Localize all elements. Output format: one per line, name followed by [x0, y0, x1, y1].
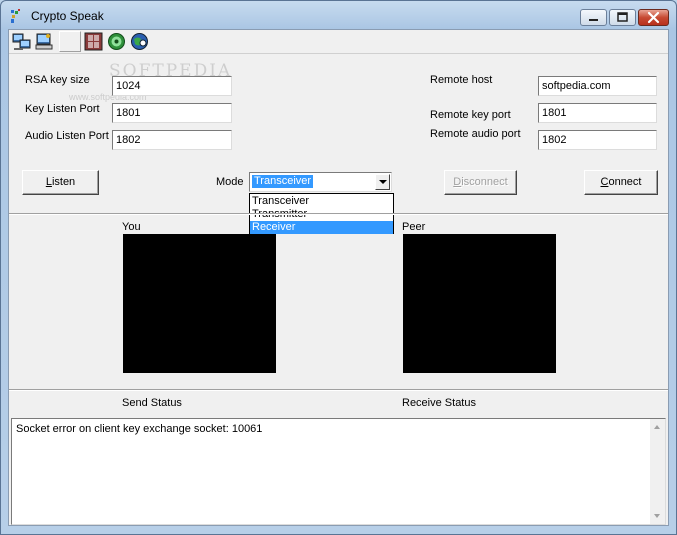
separator-top [9, 213, 668, 215]
app-icon [11, 9, 20, 23]
key-listen-port-input[interactable]: 1801 [112, 103, 232, 123]
listen-label: isten [51, 176, 76, 188]
remote-audio-port-label: Remote audio port [430, 128, 521, 140]
peer-label: Peer [402, 221, 426, 233]
toolbar-button-globe[interactable] [129, 31, 150, 52]
separator-bottom [9, 389, 668, 391]
you-label: You [122, 221, 141, 233]
globe-icon [131, 33, 148, 50]
toolbar-button-key[interactable] [34, 31, 55, 52]
rsa-key-size-input[interactable]: 1024 [112, 76, 232, 96]
maximize-button[interactable] [609, 9, 636, 26]
mode-option-receiver[interactable]: Receiver [250, 221, 393, 234]
toolbar-button-blank[interactable] [59, 31, 81, 52]
remote-host-input[interactable]: softpedia.com [538, 76, 657, 96]
disconnect-label: isconnect [461, 176, 508, 188]
send-status-label: Send Status [122, 397, 182, 409]
computer-key-icon [35, 33, 53, 50]
scroll-down-icon[interactable] [654, 514, 660, 518]
scroll-up-icon[interactable] [654, 425, 660, 429]
receive-status-label: Receive Status [402, 397, 476, 409]
connect-button[interactable]: Connect [584, 170, 658, 195]
peer-video-panel [403, 234, 556, 373]
rsa-key-size-label: RSA key size [25, 74, 90, 86]
key-listen-port-label: Key Listen Port [25, 103, 100, 115]
chevron-down-icon[interactable] [375, 174, 390, 190]
close-button[interactable] [638, 9, 669, 26]
mode-label: Mode [216, 176, 244, 188]
connect-label: onnect [608, 176, 642, 188]
title-bar[interactable]: Crypto Speak [1, 1, 676, 29]
app-window: Crypto Speak SOFTPEDIA www.softpedia.com… [0, 0, 677, 535]
film-icon [84, 32, 103, 51]
listen-button[interactable]: Listen [22, 170, 99, 195]
remote-audio-port-input[interactable]: 1802 [538, 130, 657, 150]
minimize-icon [589, 19, 598, 21]
network-computers-icon [12, 33, 31, 50]
mode-select-value: Transceiver [252, 175, 314, 188]
you-video-panel [123, 234, 276, 373]
mode-option-transceiver[interactable]: Transceiver [250, 195, 393, 208]
client-area: SOFTPEDIA www.softpedia.com RSA key size… [8, 29, 669, 526]
log-textarea[interactable]: Socket error on client key exchange sock… [11, 418, 666, 525]
toolbar [9, 30, 668, 54]
disconnect-button[interactable]: Disconnect [444, 170, 517, 195]
remote-key-port-label: Remote key port [430, 109, 511, 121]
minimize-button[interactable] [580, 9, 607, 26]
toolbar-button-network[interactable] [11, 31, 32, 52]
remote-key-port-input[interactable]: 1801 [538, 103, 657, 123]
log-message: Socket error on client key exchange sock… [16, 423, 263, 435]
speaker-icon [108, 33, 125, 50]
audio-listen-port-label: Audio Listen Port [25, 130, 109, 142]
mode-select[interactable]: Transceiver [249, 172, 392, 192]
audio-listen-port-input[interactable]: 1802 [112, 130, 232, 150]
log-scrollbar[interactable] [650, 419, 665, 524]
close-icon [647, 11, 660, 24]
maximize-icon [617, 12, 628, 22]
window-title: Crypto Speak [31, 9, 104, 23]
toolbar-button-speaker[interactable] [106, 31, 127, 52]
toolbar-button-film[interactable] [83, 31, 104, 52]
remote-host-label: Remote host [430, 74, 493, 86]
